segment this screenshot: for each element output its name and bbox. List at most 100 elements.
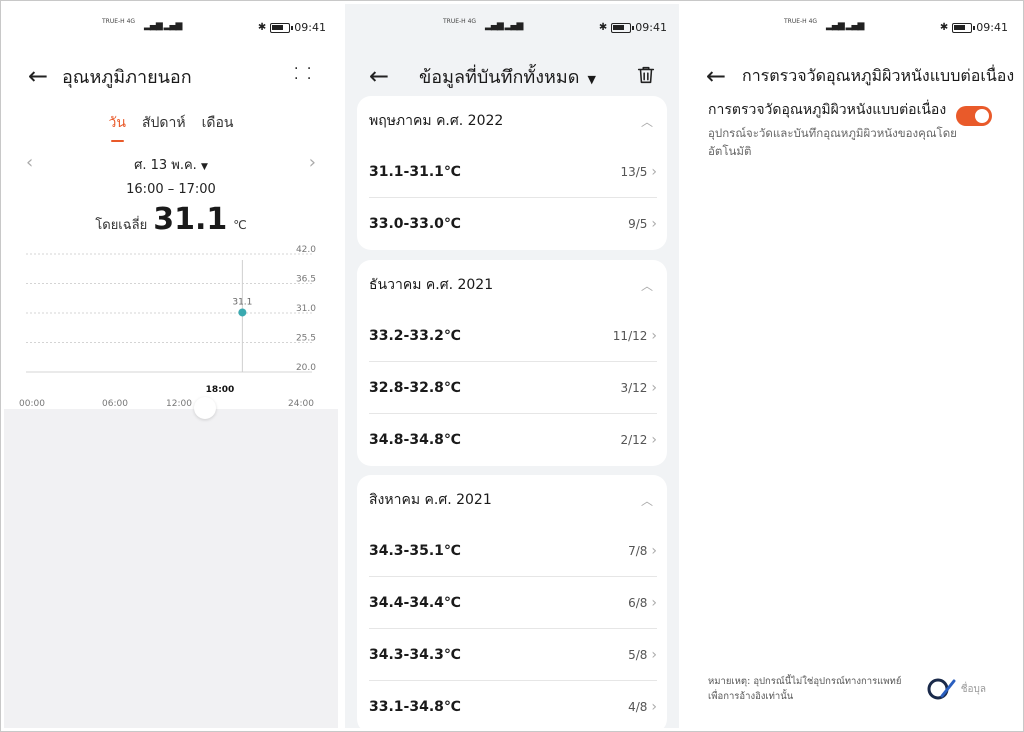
y-tick-label: 42.0 <box>296 245 316 255</box>
page-title: การตรวจวัดอุณหภูมิผิวหนังแบบต่อเนื่อง <box>742 65 1015 85</box>
tab-week[interactable]: สัปดาห์ <box>142 112 186 140</box>
month-card: สิงหาคม ค.ศ. 2021 ︿ 34.3-35.1℃ 7/8 › 34.4-34.… <box>357 475 667 728</box>
record-row[interactable]: 34.3-34.3℃ 5/8 › <box>369 629 657 681</box>
month-header[interactable]: สิงหาคม ค.ศ. 2021 ︿ <box>357 475 667 525</box>
date-selector: ‹ ศ. 13 พ.ค. ▼ › <box>4 154 338 174</box>
month-card: ธันวาคม ค.ศ. 2021 ︿ 33.2-33.2℃ 11/12 › 32.8-3… <box>357 260 667 466</box>
caret-down-icon: ▼ <box>587 72 596 86</box>
record-range: 34.8-34.8℃ <box>369 432 461 448</box>
four-dots-icon[interactable]: · · · · <box>294 62 314 86</box>
record-date-group: 11/12 › <box>613 328 657 344</box>
record-date: 7/8 <box>628 543 648 558</box>
month-label: สิงหาคม ค.ศ. 2021 <box>369 492 492 508</box>
continuous-measurement-toggle[interactable] <box>956 106 992 126</box>
tab-month[interactable]: เดือน <box>202 112 234 140</box>
all-records-screen: TRUE-H 4G ▂▄▆ ▂▄▆ ✱ 09:41 ← ข้อมูลที่บัน… <box>345 4 679 728</box>
battery-icon <box>270 22 294 33</box>
period-tabs: วัน สัปดาห์ เดือน <box>4 112 338 142</box>
watermark-text: ชื่อบุล <box>960 683 986 695</box>
record-date: 3/12 <box>620 380 648 395</box>
month-header[interactable]: พฤษภาคม ค.ศ. 2022 ︿ <box>357 96 667 146</box>
data-label: 31.1 <box>232 297 252 307</box>
carrier-label: TRUE-H 4G <box>443 18 477 25</box>
watermark: ชื่อบุล <box>927 678 986 700</box>
status-right: ✱ 09:41 <box>940 21 1008 34</box>
average-label: โดยเฉลี่ย <box>95 218 148 233</box>
record-date-group: 6/8 › <box>628 595 657 611</box>
record-date-group: 7/8 › <box>628 543 657 559</box>
records-title-dropdown[interactable]: ข้อมูลที่บันทึกทั้งหมด ▼ <box>419 62 596 91</box>
chevron-right-icon: › <box>651 163 657 180</box>
page-title: ข้อมูลที่บันทึกทั้งหมด <box>419 66 580 88</box>
tab-day[interactable]: วัน <box>109 112 126 142</box>
bluetooth-icon: ✱ <box>598 22 608 33</box>
scrubber-handle[interactable] <box>194 397 216 419</box>
chevron-right-icon: › <box>651 699 657 715</box>
time-range: 16:00 – 17:00 <box>126 182 216 197</box>
record-row[interactable]: 33.2-33.2℃ 11/12 › <box>369 310 657 362</box>
trash-icon[interactable] <box>635 64 657 86</box>
month-label: ธันวาคม ค.ศ. 2021 <box>369 277 494 293</box>
chevron-up-icon[interactable]: ︿ <box>641 113 653 130</box>
battery-icon <box>611 22 635 33</box>
disclaimer-line-2: เพื่อการอ้างอิงเท่านั้น <box>708 691 794 702</box>
record-row[interactable]: 33.1-34.8℃ 4/8 › <box>369 681 657 728</box>
record-date: 6/8 <box>628 595 648 610</box>
disclaimer-line-1: หมายเหตุ: อุปกรณ์นี้ไม่ใช่อุปกรณ์ทางการแ… <box>708 676 902 687</box>
clock: 09:41 <box>635 21 667 34</box>
y-tick-label: 36.5 <box>296 275 316 285</box>
record-date-group: 9/5 › <box>628 216 657 232</box>
temperature-chart[interactable]: 42.0 36.5 31.0 25.5 20.0 31.1 00:00 06:00 12:00 1… <box>4 242 338 417</box>
average-unit: ℃ <box>233 218 247 232</box>
chart-svg: 42.036.531.025.520.031.100:00 06:00 12:001… <box>19 245 316 409</box>
bluetooth-icon: ✱ <box>939 22 949 33</box>
record-date-group: 5/8 › <box>628 647 657 663</box>
arrow-left-icon[interactable]: ← <box>18 62 58 90</box>
arrow-left-icon[interactable]: ← <box>696 62 736 90</box>
record-date: 11/12 <box>612 328 648 343</box>
date-picker[interactable]: ศ. 13 พ.ค. ▼ <box>134 158 208 173</box>
chevron-left-icon[interactable]: ‹ <box>26 154 33 172</box>
y-tick-label: 20.0 <box>296 363 316 373</box>
chevron-right-icon: › <box>651 379 657 396</box>
record-date: 5/8 <box>628 647 648 662</box>
arrow-left-icon[interactable]: ← <box>359 62 399 90</box>
record-row[interactable]: 32.8-32.8℃ 3/12 › <box>369 362 657 414</box>
chevron-right-icon: › <box>651 542 657 559</box>
month-label: พฤษภาคม ค.ศ. 2022 <box>369 113 504 129</box>
status-right: ✱ 09:41 <box>599 21 667 34</box>
watermark-logo-icon <box>927 678 956 700</box>
date-label: ศ. 13 พ.ค. <box>134 158 197 173</box>
continuous-measurement-setting: การตรวจวัดอุณหภูมิผิวหนังแบบต่อเนื่อง อุ… <box>708 100 998 160</box>
record-row[interactable]: 34.4-34.4℃ 6/8 › <box>369 577 657 629</box>
record-row[interactable]: 34.8-34.8℃ 2/12 › <box>369 414 657 466</box>
record-row[interactable]: 34.3-35.1℃ 7/8 › <box>369 525 657 577</box>
chevron-right-icon: › <box>651 432 657 448</box>
month-card: พฤษภาคม ค.ศ. 2022 ︿ 31.1-31.1℃ 13/5 › 33.0-33… <box>357 96 667 250</box>
record-date-group: 13/5 › <box>620 164 657 180</box>
record-row[interactable]: 33.0-33.0℃ 9/5 › <box>369 198 657 250</box>
chevron-right-icon: › <box>651 216 657 232</box>
record-range: 34.4-34.4℃ <box>369 594 461 611</box>
chevron-right-icon: › <box>651 594 657 611</box>
chevron-right-icon[interactable]: › <box>309 154 316 172</box>
y-tick-label: 25.5 <box>296 334 316 344</box>
app-bar: ← ข้อมูลที่บันทึกทั้งหมด ▼ <box>345 56 679 96</box>
record-range: 31.1-31.1℃ <box>369 163 461 180</box>
outdoor-temperature-screen: TRUE-H 4G ▂▄▆ ▂▄▆ ✱ 09:41 ← อุณหภูมิภายน… <box>4 4 338 728</box>
record-range: 34.3-35.1℃ <box>369 542 461 559</box>
record-range: 33.2-33.2℃ <box>369 327 461 344</box>
carrier-label: TRUE-H 4G <box>102 18 136 25</box>
page-title: อุณหภูมิภายนอก <box>62 66 192 88</box>
record-range: 33.0-33.0℃ <box>369 216 461 232</box>
setting-description: อุปกรณ์จะวัดและบันทึกอุณหภูมิผิวหนังของค… <box>708 126 957 158</box>
status-bar: TRUE-H 4G ▂▄▆ ▂▄▆ ✱ 09:41 <box>4 4 338 48</box>
record-date-group: 3/12 › <box>620 380 657 396</box>
chevron-up-icon[interactable]: ︿ <box>641 492 653 509</box>
status-bar: TRUE-H 4G ▂▄▆ ▂▄▆ ✱ 09:41 <box>686 4 1020 48</box>
chevron-up-icon[interactable]: ︿ <box>641 277 653 294</box>
month-header[interactable]: ธันวาคม ค.ศ. 2021 ︿ <box>357 260 667 310</box>
status-right: ✱ 09:41 <box>258 21 326 34</box>
record-row[interactable]: 31.1-31.1℃ 13/5 › <box>369 146 657 198</box>
y-tick-label: 31.0 <box>296 304 316 314</box>
